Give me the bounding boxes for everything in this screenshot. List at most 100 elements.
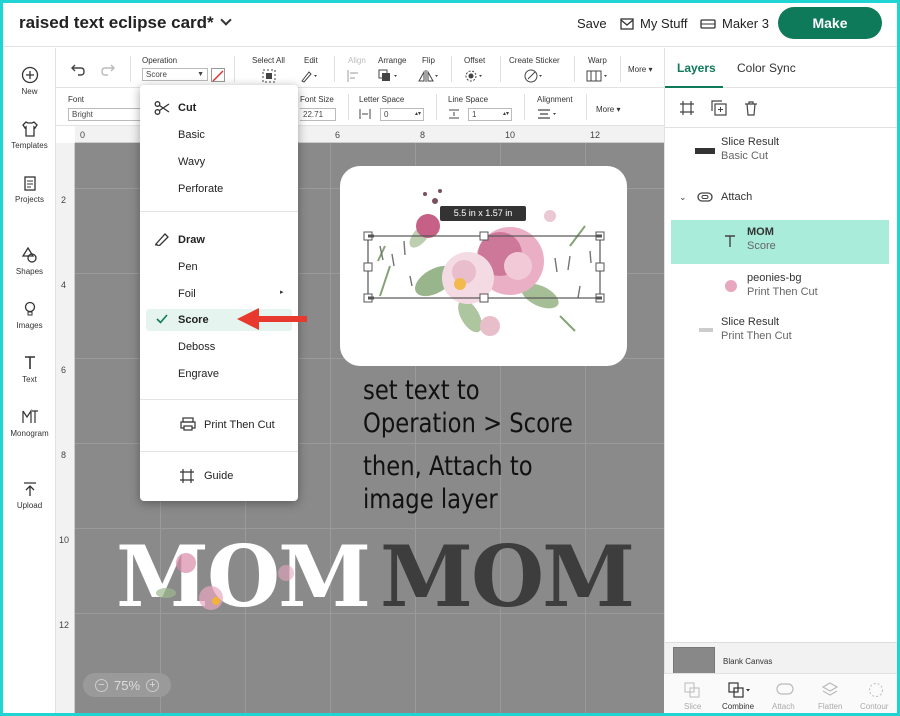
make-button[interactable]: Make <box>778 7 882 39</box>
nav-upload[interactable]: Upload <box>3 480 56 510</box>
nav-text[interactable]: Text <box>3 354 56 384</box>
ruler-label: 10 <box>59 535 70 545</box>
edit-label: Edit <box>304 56 318 65</box>
nav-projects[interactable]: Projects <box>3 174 56 204</box>
tab-color-sync[interactable]: Color Sync <box>737 61 796 75</box>
ruler-label: 2 <box>61 195 67 205</box>
font-select[interactable]: Bright <box>68 108 142 121</box>
trash-icon[interactable] <box>743 100 759 116</box>
menu-item-foil[interactable]: Foil <box>178 288 196 300</box>
annotation-line: image layer <box>363 484 498 515</box>
select-all-label[interactable]: Select All <box>252 56 285 65</box>
menu-item-engrave[interactable]: Engrave <box>178 368 219 380</box>
chevron-down-icon[interactable] <box>220 14 232 26</box>
operation-value: Score <box>146 70 167 79</box>
flatten-icon[interactable] <box>822 682 838 698</box>
save-button[interactable]: Save <box>577 16 607 31</box>
layer-operation: Print Then Cut <box>721 330 792 342</box>
zoom-out-icon[interactable]: − <box>94 678 108 692</box>
zoom-value: 75% <box>113 677 141 693</box>
ruler-left: 2 4 6 8 10 12 <box>56 143 75 713</box>
letter-space-input[interactable]: 0 ▴▾ <box>380 108 424 121</box>
layer-thumbnail <box>699 328 713 332</box>
warp-icon[interactable] <box>586 69 610 83</box>
zoom-control: − 75% + <box>83 673 171 697</box>
menu-item-wavy[interactable]: Wavy <box>178 156 205 168</box>
contour-icon[interactable] <box>868 682 884 698</box>
ruler-label: 8 <box>61 450 67 460</box>
menu-item-deboss[interactable]: Deboss <box>178 341 215 353</box>
group-icon[interactable] <box>679 100 695 116</box>
nav-monogram[interactable]: Monogram <box>3 408 56 438</box>
menu-item-pen[interactable]: Pen <box>178 261 198 273</box>
stepper-icon[interactable]: ▴▾ <box>503 109 509 120</box>
combine-icon[interactable] <box>728 682 752 698</box>
lightbulb-icon <box>24 301 35 316</box>
line-space-input[interactable]: 1 ▴▾ <box>468 108 512 121</box>
letter-space-label: Letter Space <box>359 95 405 104</box>
more-text-button[interactable]: More ▾ <box>596 105 620 114</box>
mom-text-score[interactable]: MOM <box>380 535 635 619</box>
machine-button[interactable]: Maker 3 <box>700 16 769 31</box>
ruler-label: 6 <box>61 365 67 375</box>
arrange-icon[interactable] <box>378 69 400 83</box>
menu-item-guide[interactable]: Guide <box>204 470 233 482</box>
letter-space-value: 0 <box>384 110 389 119</box>
attach-icon[interactable] <box>776 682 794 696</box>
slice-icon[interactable] <box>684 682 700 698</box>
flip-icon[interactable] <box>418 69 440 83</box>
nav-label: Upload <box>16 501 43 510</box>
monogram-icon <box>21 409 38 423</box>
select-all-icon[interactable] <box>262 69 276 83</box>
flip-label: Flip <box>422 56 435 65</box>
divider <box>348 94 349 120</box>
sticker-icon[interactable] <box>524 69 546 83</box>
menu-divider <box>140 211 298 212</box>
peony-floral-image <box>363 189 605 336</box>
edit-pencil-icon[interactable] <box>300 69 320 83</box>
stepper-icon[interactable]: ▴▾ <box>415 109 421 120</box>
operation-menu: Cut Basic Wavy Perforate Draw Pen Foil ▸… <box>140 85 298 501</box>
my-stuff-button[interactable]: My Stuff <box>620 16 687 31</box>
tab-layers[interactable]: Layers <box>677 61 716 75</box>
contour-label: Contour <box>860 702 889 711</box>
layer-item-selected[interactable]: MOM Score <box>671 220 889 264</box>
undo-icon[interactable] <box>70 62 86 76</box>
divider <box>234 56 235 82</box>
layer-operation: Print Then Cut <box>747 286 818 298</box>
project-title[interactable]: raised text eclipse card* <box>19 13 232 33</box>
offset-icon[interactable] <box>464 69 486 83</box>
layer-item[interactable]: peonies-bg Print Then Cut <box>671 270 889 314</box>
redo-icon[interactable] <box>100 62 116 76</box>
menu-item-basic[interactable]: Basic <box>178 129 205 141</box>
align-icon[interactable] <box>346 69 364 83</box>
line-color-swatch[interactable] <box>211 68 225 82</box>
more-button[interactable]: More ▾ <box>628 65 652 74</box>
canvas-swatch <box>673 647 715 675</box>
chevron-down-icon[interactable]: ⌄ <box>679 192 687 203</box>
menu-item-score[interactable]: Score <box>178 314 209 326</box>
layer-item[interactable]: Slice Result Print Then Cut <box>671 316 889 356</box>
menu-item-print-then-cut[interactable]: Print Then Cut <box>204 419 275 431</box>
nav-label: New <box>21 87 38 96</box>
nav-templates[interactable]: Templates <box>3 120 56 150</box>
upload-icon <box>23 482 36 496</box>
font-size-input[interactable]: 22.71 <box>300 108 336 121</box>
align-text-icon[interactable] <box>537 108 561 120</box>
menu-item-perforate[interactable]: Perforate <box>178 183 223 195</box>
divider <box>620 56 621 82</box>
attach-icon <box>697 192 713 202</box>
card-image[interactable] <box>340 166 627 366</box>
duplicate-icon[interactable] <box>711 100 727 116</box>
zoom-in-icon[interactable]: + <box>146 678 160 692</box>
operation-select[interactable]: Score ▼ <box>142 68 208 81</box>
machine-label: Maker 3 <box>722 16 769 31</box>
nav-images[interactable]: Images <box>3 300 56 330</box>
nav-shapes[interactable]: Shapes <box>3 246 56 276</box>
shirt-icon <box>21 121 38 137</box>
layer-thumbnail <box>725 280 737 292</box>
nav-new[interactable]: New <box>3 66 56 96</box>
align-label: Align <box>348 56 366 65</box>
layer-group[interactable]: ⌄ Attach <box>671 188 889 212</box>
layer-item[interactable]: Slice Result Basic Cut <box>671 136 889 176</box>
